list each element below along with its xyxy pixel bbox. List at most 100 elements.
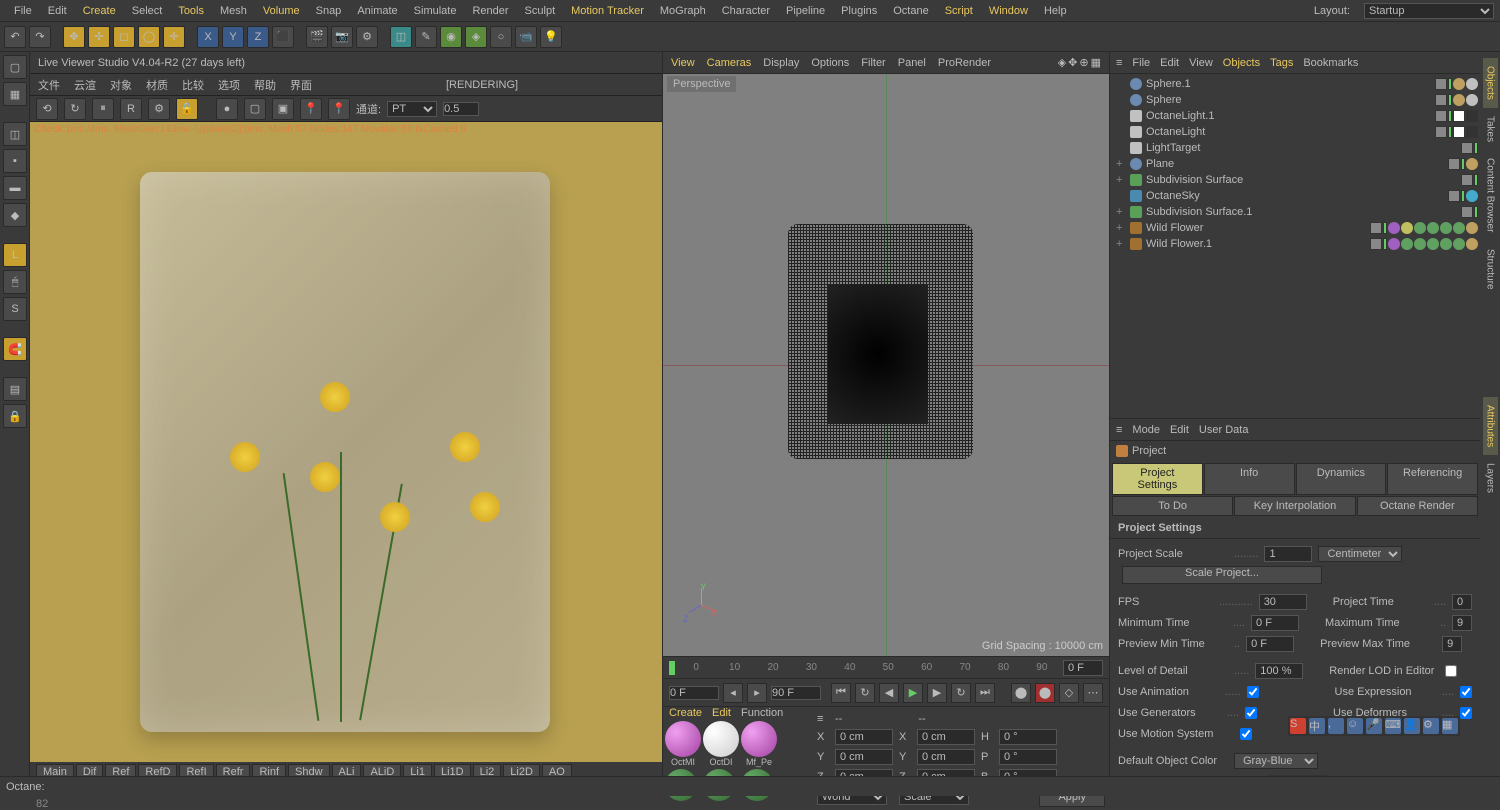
- primitive-btn[interactable]: ◫: [390, 26, 412, 48]
- lv-menu-item[interactable]: 材质: [146, 77, 168, 93]
- x-axis-btn[interactable]: X: [197, 26, 219, 48]
- redo-btn[interactable]: ↷: [29, 26, 51, 48]
- lv-mode-value[interactable]: [443, 102, 479, 116]
- rotate-btn[interactable]: ◯: [138, 26, 160, 48]
- timeline-cursor[interactable]: [669, 661, 675, 675]
- prev-frame-btn[interactable]: ◀: [879, 683, 899, 703]
- lv-frame1-btn[interactable]: ▢: [244, 98, 266, 120]
- menu-character[interactable]: Character: [714, 5, 778, 17]
- tree-row[interactable]: OctaneSky: [1112, 188, 1478, 204]
- timeline[interactable]: 0102030405060708090: [663, 656, 1109, 678]
- min-time-field[interactable]: [1251, 615, 1299, 631]
- ime-icon[interactable]: ▦: [1442, 718, 1458, 734]
- menu-select[interactable]: Select: [124, 5, 171, 17]
- preview-min-field[interactable]: [1246, 636, 1294, 652]
- use-gen-check[interactable]: [1245, 707, 1257, 719]
- tree-row[interactable]: OctaneLight: [1112, 124, 1478, 140]
- scale-project-button[interactable]: Scale Project...: [1122, 566, 1322, 584]
- obj-menu-edit[interactable]: Edit: [1160, 57, 1179, 69]
- lv-lock-btn[interactable]: 🔒: [176, 98, 198, 120]
- snap-btn[interactable]: S: [3, 297, 27, 321]
- obj-menu-icon[interactable]: ≡: [1116, 57, 1122, 69]
- model-mode-btn[interactable]: ▢: [3, 55, 27, 79]
- menu-sculpt[interactable]: Sculpt: [517, 5, 564, 17]
- lv-pin2-btn[interactable]: 📍: [328, 98, 350, 120]
- magnet-btn[interactable]: 🧲: [3, 337, 27, 361]
- menu-mesh[interactable]: Mesh: [212, 5, 255, 17]
- vtab-attributes[interactable]: Attributes: [1483, 397, 1498, 455]
- vp-nav-icon[interactable]: ▦: [1091, 56, 1101, 69]
- ime-icon[interactable]: ,: [1328, 718, 1344, 734]
- obj-menu-view[interactable]: View: [1189, 57, 1213, 69]
- vtab-structure[interactable]: Structure: [1483, 241, 1498, 298]
- perspective-viewport[interactable]: Perspective Y X Z Grid Spacing : 10000 c…: [663, 74, 1109, 656]
- menu-simulate[interactable]: Simulate: [406, 5, 465, 17]
- max-time-field[interactable]: [1452, 615, 1472, 631]
- vp-menu-panel[interactable]: Panel: [898, 57, 926, 69]
- light-btn[interactable]: 💡: [540, 26, 562, 48]
- menu-file[interactable]: File: [6, 5, 40, 17]
- obj-menu-tags[interactable]: Tags: [1270, 57, 1293, 69]
- size-x-field[interactable]: [917, 729, 975, 745]
- vp-nav-icon[interactable]: ◈: [1058, 56, 1066, 69]
- use-expr-check[interactable]: [1460, 686, 1472, 698]
- pos-y-field[interactable]: [835, 749, 893, 765]
- menu-pipeline[interactable]: Pipeline: [778, 5, 833, 17]
- ime-icon[interactable]: ⚙: [1423, 718, 1439, 734]
- tree-row[interactable]: +Subdivision Surface: [1112, 172, 1478, 188]
- tree-row[interactable]: +Subdivision Surface.1: [1112, 204, 1478, 220]
- preview-max-field[interactable]: [1442, 636, 1462, 652]
- pos-x-field[interactable]: [835, 729, 893, 745]
- scale-btn[interactable]: ◻: [113, 26, 135, 48]
- menu-create[interactable]: Create: [75, 5, 124, 17]
- fps-field[interactable]: [1259, 594, 1307, 610]
- render-settings-btn[interactable]: ⚙: [356, 26, 378, 48]
- point-mode-btn[interactable]: ▪: [3, 149, 27, 173]
- menu-help[interactable]: Help: [1036, 5, 1075, 17]
- project-scale-field[interactable]: [1264, 546, 1312, 562]
- camera-btn[interactable]: 📹: [515, 26, 537, 48]
- next-key-btn[interactable]: ▸: [747, 683, 767, 703]
- attr-tab-project-settings[interactable]: Project Settings: [1112, 463, 1203, 495]
- axis-btn[interactable]: L: [3, 243, 27, 267]
- lock-btn[interactable]: 🔒: [3, 404, 27, 428]
- key-opts-btn[interactable]: ⋯: [1083, 683, 1103, 703]
- lv-menu-item[interactable]: 比较: [182, 77, 204, 93]
- lv-menu-item[interactable]: 文件: [38, 77, 60, 93]
- obj-menu-file[interactable]: File: [1132, 57, 1150, 69]
- mouse-btn[interactable]: 🖱: [3, 270, 27, 294]
- select-btn[interactable]: ✥: [63, 26, 85, 48]
- ime-icon[interactable]: S: [1290, 718, 1306, 734]
- end-frame-field[interactable]: [771, 686, 821, 700]
- render-btn[interactable]: 🎬: [306, 26, 328, 48]
- material-swatch[interactable]: [741, 721, 777, 757]
- mat-menu-edit[interactable]: Edit: [712, 707, 731, 719]
- loop-btn[interactable]: ↻: [855, 683, 875, 703]
- menu-octane[interactable]: Octane: [885, 5, 936, 17]
- next-frame-btn[interactable]: ▶: [927, 683, 947, 703]
- vp-menu-cameras[interactable]: Cameras: [707, 57, 752, 69]
- vtab-content-browser[interactable]: Content Browser: [1483, 150, 1498, 240]
- vp-menu-options[interactable]: Options: [811, 57, 849, 69]
- texture-mode-btn[interactable]: ▦: [3, 82, 27, 106]
- attr-menu-edit[interactable]: Edit: [1170, 424, 1189, 436]
- lod-field[interactable]: [1255, 663, 1303, 679]
- vp-menu-prorender[interactable]: ProRender: [938, 57, 991, 69]
- lv-menu-item[interactable]: 界面: [290, 77, 312, 93]
- play-btn[interactable]: ▶: [903, 683, 923, 703]
- tree-row[interactable]: +Wild Flower.1: [1112, 236, 1478, 252]
- lv-menu-item[interactable]: 对象: [110, 77, 132, 93]
- poly-mode-btn[interactable]: ◆: [3, 203, 27, 227]
- lv-menu-item[interactable]: 云渲: [74, 77, 96, 93]
- ime-icon[interactable]: 👤: [1404, 718, 1420, 734]
- lv-mode-select[interactable]: PT: [387, 101, 437, 117]
- keyframe-btn[interactable]: ◇: [1059, 683, 1079, 703]
- forward-btn[interactable]: ↻: [951, 683, 971, 703]
- lv-pin1-btn[interactable]: 📍: [300, 98, 322, 120]
- vtab-takes[interactable]: Takes: [1483, 108, 1498, 150]
- material-swatch[interactable]: [703, 721, 739, 757]
- obj-color-select[interactable]: Gray-Blue: [1234, 753, 1318, 769]
- vp-menu-view[interactable]: View: [671, 57, 695, 69]
- render-viewport[interactable]: Check:1ms./4ms. MeshGen:143ms. Update[G]…: [30, 122, 662, 762]
- goto-start-btn[interactable]: ⏮: [831, 683, 851, 703]
